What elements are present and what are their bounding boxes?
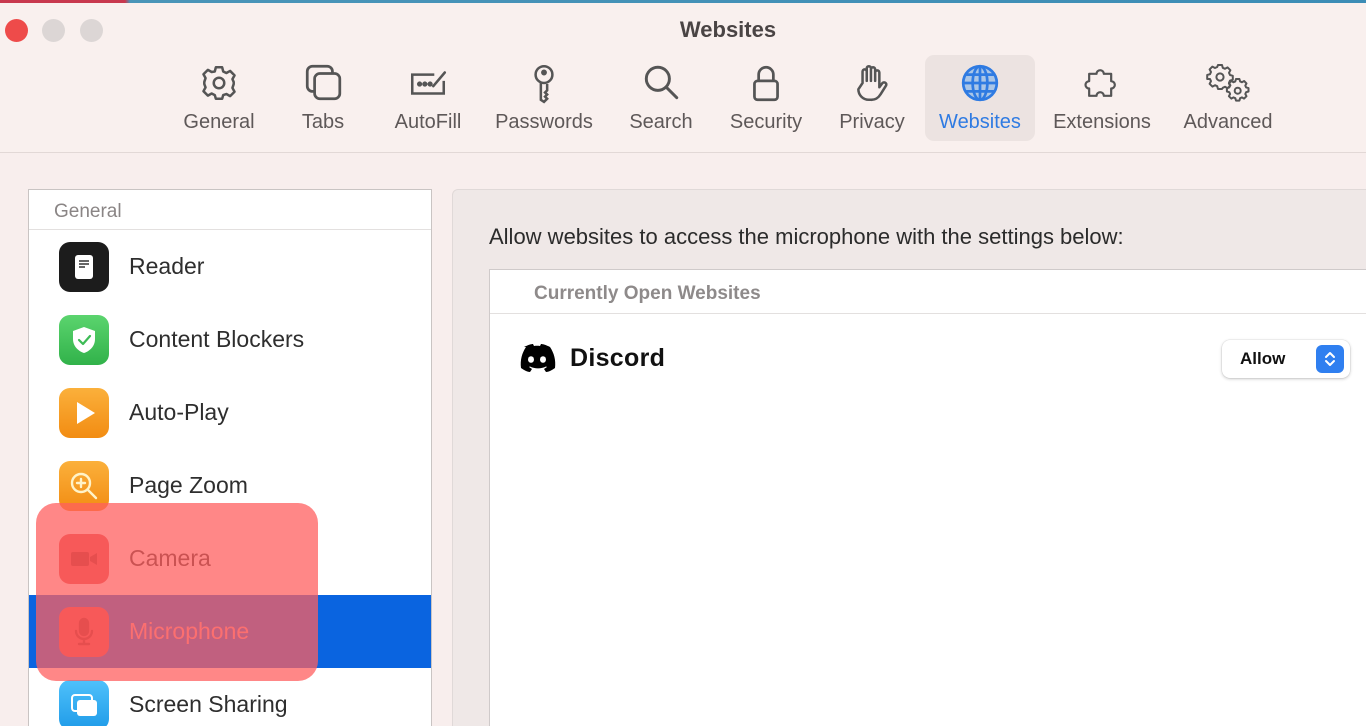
play-icon: [59, 387, 109, 438]
tab-search[interactable]: Search: [622, 55, 700, 141]
sidebar-section-header: General: [29, 190, 431, 230]
sidebar-item-screen-sharing[interactable]: Screen Sharing: [29, 668, 431, 726]
zoom-in-icon: [59, 460, 109, 511]
tab-tabs[interactable]: Tabs: [290, 55, 356, 141]
lock-icon: [744, 61, 788, 105]
shield-check-icon: [59, 314, 109, 365]
tab-autofill[interactable]: AutoFill: [388, 55, 468, 141]
discord-logo-icon: [516, 342, 558, 374]
website-name: Discord: [570, 343, 666, 372]
search-icon: [639, 61, 683, 105]
tab-security[interactable]: Security: [722, 55, 810, 141]
sidebar-item-camera[interactable]: Camera: [29, 522, 431, 595]
table-section-header: Currently Open Websites: [490, 270, 1366, 314]
window-title: Websites: [679, 17, 777, 42]
sidebar-item-reader[interactable]: Reader: [29, 230, 431, 303]
permission-description: Allow websites to access the microphone …: [489, 224, 1124, 249]
gears-icon: [1206, 61, 1250, 105]
websites-table: Currently Open Websites Discord Allow: [489, 269, 1366, 726]
settings-sidebar: General Reader Content Blockers Auto-Pla…: [28, 189, 432, 726]
sidebar-item-content-blockers[interactable]: Content Blockers: [29, 303, 431, 376]
puzzle-icon: [1080, 61, 1124, 105]
permission-select-value: Allow: [1240, 349, 1286, 368]
content-panel: Allow websites to access the microphone …: [452, 189, 1366, 726]
microphone-icon: [59, 606, 109, 657]
sidebar-item-page-zoom[interactable]: Page Zoom: [29, 449, 431, 522]
website-row: Discord Allow: [490, 314, 1366, 402]
tab-websites[interactable]: Websites: [925, 55, 1035, 141]
hand-icon: [850, 61, 894, 105]
globe-icon: [958, 61, 1002, 105]
screen-sharing-icon: [59, 679, 109, 726]
tab-privacy[interactable]: Privacy: [832, 55, 912, 141]
window-titlebar: Websites General Tabs AutoFill Passwords…: [0, 3, 1366, 153]
tab-general[interactable]: General: [176, 55, 262, 141]
tabs-icon: [301, 61, 345, 105]
chevron-up-down-icon: [1316, 345, 1344, 373]
sidebar-item-microphone[interactable]: Microphone: [29, 595, 431, 668]
permission-select[interactable]: Allow: [1222, 340, 1350, 378]
key-icon: [522, 61, 566, 105]
reader-icon: [59, 241, 109, 292]
gear-icon: [197, 61, 241, 105]
autofill-icon: [406, 61, 450, 105]
tab-advanced[interactable]: Advanced: [1176, 55, 1280, 141]
video-camera-icon: [59, 533, 109, 584]
tab-passwords[interactable]: Passwords: [488, 55, 600, 141]
tab-extensions[interactable]: Extensions: [1046, 55, 1158, 141]
preferences-toolbar: General Tabs AutoFill Passwords Search S…: [0, 55, 1366, 143]
sidebar-item-auto-play[interactable]: Auto-Play: [29, 376, 431, 449]
